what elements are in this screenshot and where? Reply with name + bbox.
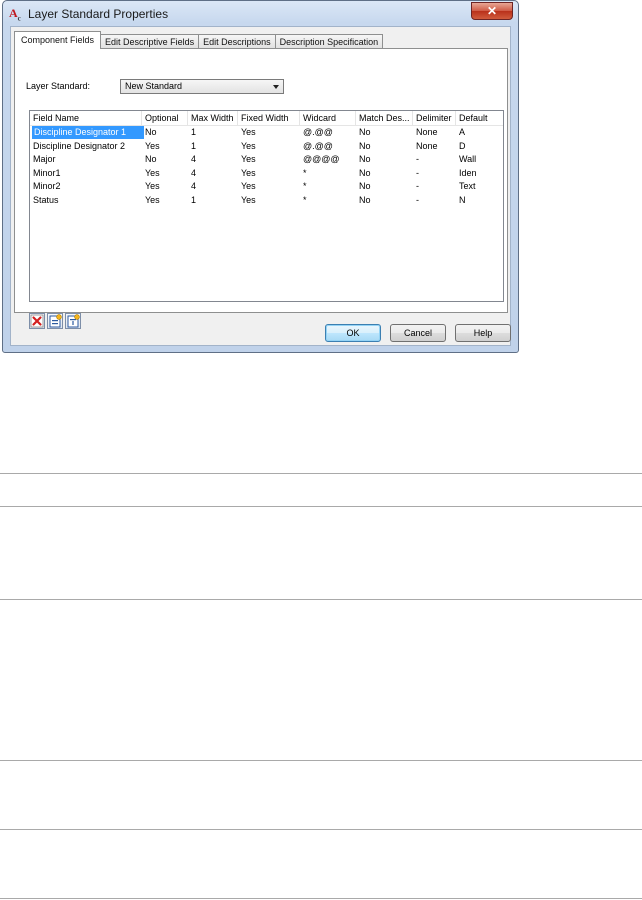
optional-cell: Yes — [145, 140, 160, 151]
dropdown-arrow-icon — [273, 85, 279, 89]
divider — [0, 760, 642, 761]
column-header-max-width[interactable]: Max Width — [188, 111, 238, 126]
max-width-cell: 4 — [191, 154, 197, 165]
widcard-cell: @.@@ — [303, 127, 333, 137]
match-description-cell: No — [359, 167, 371, 178]
table-row[interactable]: Major No 4 Yes @@@@ No - Wall — [30, 153, 503, 167]
layer-standard-dropdown[interactable]: New Standard — [120, 79, 284, 94]
fixed-width-cell: Yes — [241, 167, 256, 178]
table-row[interactable]: Discipline Designator 2 Yes 1 Yes @.@@ N… — [30, 140, 503, 154]
title-bar: Ac Layer Standard Properties ✕ — [3, 1, 518, 26]
close-button[interactable]: ✕ — [471, 2, 513, 20]
default-cell: A — [459, 127, 466, 137]
default-cell: Iden — [459, 167, 477, 178]
fixed-width-cell: Yes — [241, 154, 256, 165]
default-cell: Text — [459, 181, 476, 192]
optional-cell: Yes — [145, 167, 160, 178]
insert-field-below-button[interactable] — [65, 313, 81, 329]
help-button[interactable]: Help — [455, 324, 511, 342]
component-fields-panel: Layer Standard: New Standard Field Name … — [14, 48, 508, 329]
widcard-cell: @@@@ — [303, 154, 340, 165]
max-width-cell: 1 — [191, 194, 197, 205]
field-name-cell[interactable]: Minor2 — [30, 180, 142, 193]
ok-button[interactable]: OK — [325, 324, 381, 342]
optional-cell: No — [145, 154, 157, 165]
cancel-button[interactable]: Cancel — [390, 324, 446, 342]
insert-below-icon — [67, 314, 80, 328]
match-description-cell: No — [359, 194, 371, 205]
default-cell: N — [459, 194, 466, 205]
delete-icon — [30, 314, 44, 328]
dialog-client-area: Component Fields Edit Descriptive Fields… — [10, 26, 511, 346]
field-name-cell[interactable]: Minor1 — [30, 167, 142, 180]
divider — [0, 898, 642, 899]
table-row[interactable]: Discipline Designator 1 No 1 Yes @.@@ No… — [30, 126, 503, 140]
divider — [0, 473, 642, 474]
column-header-optional[interactable]: Optional — [142, 111, 188, 126]
match-description-cell: No — [359, 154, 371, 165]
default-cell: Wall — [459, 154, 477, 165]
optional-cell: Yes — [145, 181, 160, 192]
field-name-cell[interactable]: Discipline Designator 2 — [30, 140, 142, 153]
table-row[interactable]: Minor1 Yes 4 Yes * No - Iden — [30, 167, 503, 181]
insert-above-icon — [49, 314, 62, 328]
match-description-cell: No — [359, 127, 371, 137]
list-body: Discipline Designator 1 No 1 Yes @.@@ No… — [30, 126, 503, 208]
insert-field-above-button[interactable] — [47, 313, 63, 329]
layer-standard-properties-dialog: Ac Layer Standard Properties ✕ Component… — [2, 0, 519, 353]
column-header-widcard[interactable]: Widcard — [300, 111, 356, 126]
delimiter-cell: - — [416, 167, 419, 178]
widcard-cell: * — [303, 194, 307, 205]
tab-component-fields[interactable]: Component Fields — [14, 31, 102, 49]
field-name-cell[interactable]: Discipline Designator 1 — [32, 126, 144, 139]
tab-description-specification[interactable]: Description Specification — [274, 34, 384, 49]
match-description-cell: No — [359, 140, 371, 151]
autocad-app-icon: Ac — [9, 6, 21, 23]
fixed-width-cell: Yes — [241, 194, 256, 205]
tab-edit-descriptive-fields[interactable]: Edit Descriptive Fields — [100, 34, 200, 49]
widcard-cell: * — [303, 167, 307, 178]
widcard-cell: * — [303, 181, 307, 192]
column-header-match-description[interactable]: Match Des... — [356, 111, 413, 126]
field-name-cell[interactable]: Major — [30, 153, 142, 166]
table-row[interactable]: Minor2 Yes 4 Yes * No - Text — [30, 180, 503, 194]
list-header: Field Name Optional Max Width Fixed Widt… — [30, 111, 503, 126]
tab-strip: Component Fields Edit Descriptive Fields… — [14, 31, 384, 49]
table-row[interactable]: Status Yes 1 Yes * No - N — [30, 194, 503, 208]
max-width-cell: 4 — [191, 167, 197, 178]
delete-field-button[interactable] — [29, 313, 45, 329]
column-header-fixed-width[interactable]: Fixed Width — [238, 111, 300, 126]
delimiter-cell: None — [416, 127, 438, 137]
fixed-width-cell: Yes — [241, 140, 256, 151]
optional-cell: No — [145, 127, 157, 137]
delimiter-cell: - — [416, 181, 419, 192]
max-width-cell: 1 — [191, 140, 197, 151]
layer-standard-value: New Standard — [125, 81, 183, 91]
max-width-cell: 1 — [191, 127, 197, 137]
delimiter-cell: None — [416, 140, 438, 151]
column-header-delimiter[interactable]: Delimiter — [413, 111, 456, 126]
column-header-default[interactable]: Default — [456, 111, 503, 126]
default-cell: D — [459, 140, 466, 151]
widcard-cell: @.@@ — [303, 140, 333, 151]
delimiter-cell: - — [416, 154, 419, 165]
optional-cell: Yes — [145, 194, 160, 205]
delimiter-cell: - — [416, 194, 419, 205]
max-width-cell: 4 — [191, 181, 197, 192]
window-title: Layer Standard Properties — [28, 7, 169, 21]
tab-edit-descriptions[interactable]: Edit Descriptions — [198, 34, 276, 49]
fixed-width-cell: Yes — [241, 181, 256, 192]
match-description-cell: No — [359, 181, 371, 192]
layer-standard-label: Layer Standard: — [26, 81, 91, 91]
divider — [0, 829, 642, 830]
component-fields-list[interactable]: Field Name Optional Max Width Fixed Widt… — [29, 110, 504, 302]
column-header-field-name[interactable]: Field Name — [30, 111, 142, 126]
divider — [0, 506, 642, 507]
field-name-cell[interactable]: Status — [30, 194, 142, 207]
divider — [0, 599, 642, 600]
fixed-width-cell: Yes — [241, 127, 256, 137]
